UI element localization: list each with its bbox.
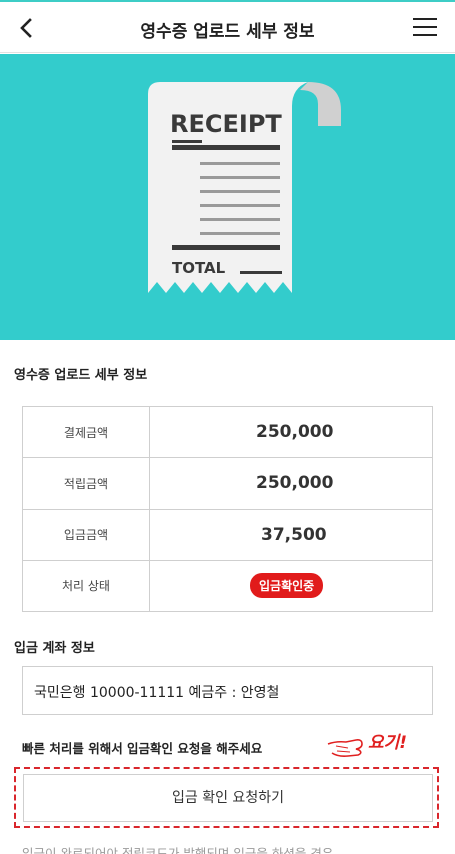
deposit-amount-label: 입금금액 [22,508,150,561]
app-header: 영수증 업로드 세부 정보 [0,2,455,53]
annotation-text: 요기! [368,733,407,753]
menu-button[interactable] [413,18,437,36]
receipt-title-text: RECEIPT [170,110,282,138]
receipt-total-text: TOTAL [172,259,226,277]
receipt-illustration-icon: RECEIPT TOTAL [148,82,341,293]
receipt-hero-banner: RECEIPT TOTAL [0,54,455,340]
table-row: 처리 상태 입금확인중 [22,559,433,613]
account-info-box: 국민은행 10000-11111 예금주 : 안영철 [22,666,433,715]
hamburger-icon [413,18,437,20]
footnote-text: 입금이 완료되어야 적립코드가 발행되며 입금을 하셨을 경우 [22,846,334,854]
payment-amount-value: 250,000 [149,405,433,459]
table-row: 적립금액 250,000 [22,457,433,510]
details-section-title: 영수증 업로드 세부 정보 [14,368,148,383]
table-row: 입금금액 37,500 [22,508,433,561]
request-notice-text: 빠른 처리를 위해서 입금확인 요청을 해주세요 [22,741,263,756]
page-title: 영수증 업로드 세부 정보 [140,22,315,42]
pointing-hand-annotation-icon: 요기! [327,733,407,757]
receipt-details-table: 결제금액 250,000 적립금액 250,000 입금금액 37,500 처리… [22,405,433,613]
table-row: 결제금액 250,000 [22,405,433,459]
payment-amount-label: 결제금액 [22,405,150,459]
status-badge: 입금확인중 [250,573,324,599]
reward-amount-value: 250,000 [149,457,433,510]
status-label: 처리 상태 [22,559,150,613]
account-section-title: 입금 계좌 정보 [14,641,95,656]
request-deposit-confirm-button[interactable]: 입금 확인 요청하기 [23,774,433,822]
reward-amount-label: 적립금액 [22,457,150,510]
deposit-amount-value: 37,500 [149,508,433,561]
